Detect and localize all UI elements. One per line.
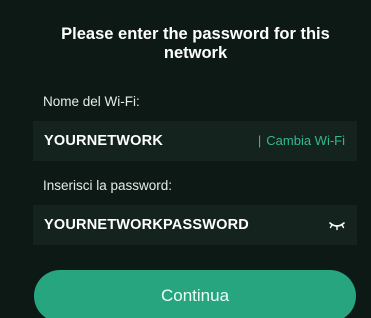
change-wifi-label: Cambia Wi-Fi bbox=[266, 133, 345, 148]
continue-button[interactable]: Continua bbox=[34, 270, 356, 318]
network-name-label: Nome del Wi-Fi: bbox=[43, 94, 140, 109]
password-label: Inserisci la password: bbox=[43, 178, 173, 193]
password-value[interactable]: YOURNETWORKPASSWORD bbox=[44, 205, 249, 245]
dialog-title: Please enter the password for this netwo… bbox=[61, 25, 330, 62]
network-name-value: YOURNETWORK bbox=[44, 133, 164, 149]
password-field[interactable]: YOURNETWORKPASSWORD bbox=[33, 205, 357, 245]
eye-closed-icon[interactable] bbox=[327, 216, 347, 234]
network-name-field: YOURNETWORK | Cambia Wi-Fi bbox=[33, 121, 357, 161]
change-wifi-link[interactable]: | Cambia Wi-Fi bbox=[258, 121, 345, 161]
separator: | bbox=[257, 133, 262, 148]
